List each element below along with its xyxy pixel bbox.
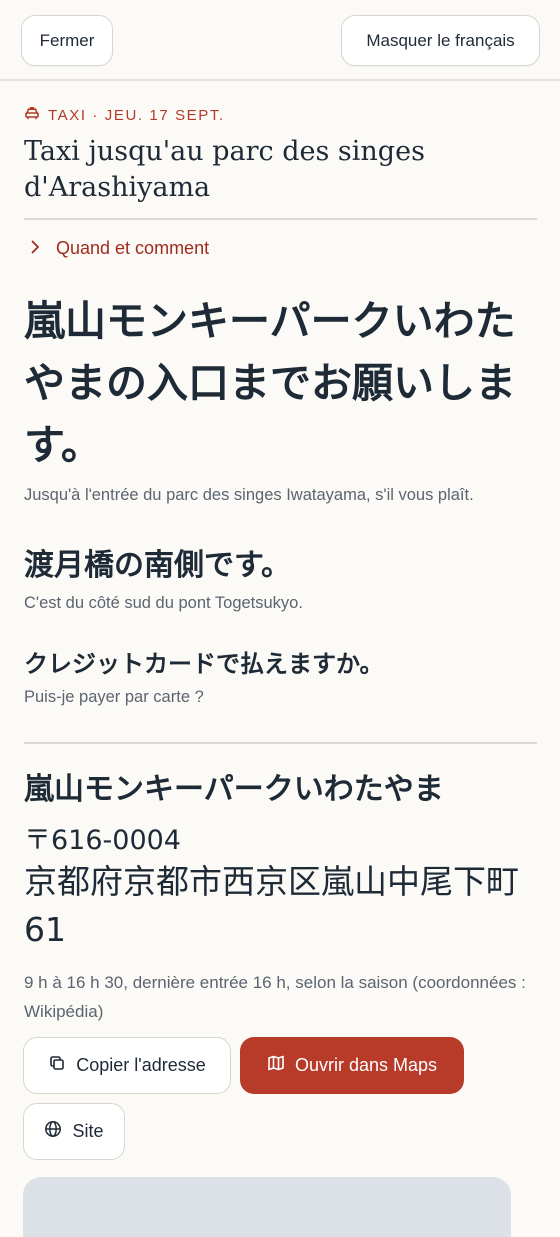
kicker-text: TAXI · JEU. 17 SEPT. (48, 106, 225, 124)
website-button[interactable]: Site (23, 1103, 125, 1160)
phrase-primary-japanese: 嵐山モンキーパークいわたやまの入口までお願いします。 (24, 297, 516, 469)
open-in-maps-button[interactable]: Ouvrir dans Maps (240, 1037, 464, 1094)
open-in-maps-label: Ouvrir dans Maps (294, 1055, 438, 1075)
website-label: Site (72, 1121, 104, 1141)
postal-code: 〒616-0004 (24, 825, 181, 856)
phrase-tertiary-japanese: クレジットカードで払えますか。 (24, 650, 384, 678)
divider (24, 218, 537, 220)
globe-icon (44, 1120, 62, 1143)
destination-name: 嵐山モンキーパークいわたやま (24, 772, 444, 807)
chevron-right-icon (28, 238, 42, 259)
phrase-secondary-french: C'est du côté sud du pont Togetsukyo. (24, 594, 303, 612)
close-button[interactable]: Fermer (21, 15, 113, 66)
opening-hours: 9 h à 16 h 30, dernière entrée 16 h, sel… (24, 973, 526, 1021)
copy-address-button[interactable]: Copier l'adresse (23, 1037, 231, 1094)
phrase-primary-french: Jusqu'à l'entrée du parc des singes Iwat… (24, 486, 474, 504)
copy-address-label: Copier l'adresse (76, 1055, 206, 1075)
top-bar: Fermer Masquer le français (0, 0, 560, 81)
taxi-icon (24, 105, 40, 125)
map-preview[interactable] (23, 1177, 511, 1237)
hide-french-button[interactable]: Masquer le français (341, 15, 540, 66)
when-and-how-disclosure[interactable]: Quand et comment (28, 235, 209, 261)
page-title: Taxi jusqu'au parc des singes d'Arashiya… (24, 136, 425, 203)
category-kicker: TAXI · JEU. 17 SEPT. (24, 104, 225, 126)
divider (24, 742, 537, 744)
copy-icon (48, 1054, 66, 1077)
map-icon (267, 1054, 285, 1077)
phrase-tertiary-french: Puis-je payer par carte ? (24, 688, 204, 706)
destination-address: 京都府京都市西京区嵐山中尾下町61 (24, 862, 519, 949)
phrase-secondary-japanese: 渡月橋の南側です。 (24, 548, 291, 583)
disclosure-label: Quand et comment (56, 237, 210, 258)
